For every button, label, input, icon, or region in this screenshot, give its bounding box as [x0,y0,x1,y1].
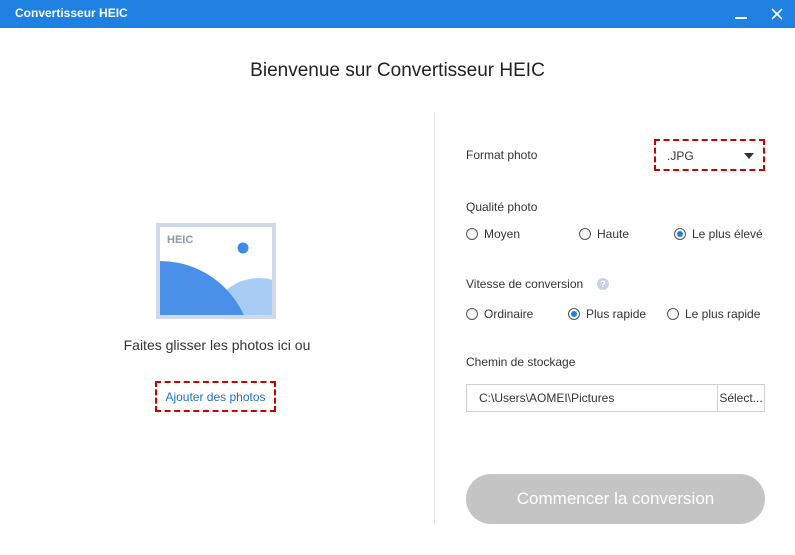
heic-badge-text: HEIC [167,234,193,246]
help-icon[interactable]: ? [597,278,609,290]
vertical-divider [434,112,435,524]
quality-option-label: Haute [597,227,630,241]
window-title: Convertisseur HEIC [15,6,128,20]
speed-option-label: Plus rapide [586,307,647,321]
speed-option-normal[interactable]: Ordinaire [466,307,533,321]
speed-label: Vitesse de conversion [466,277,584,291]
radio-selected-icon [674,228,686,240]
title-bar: Convertisseur HEIC [0,0,795,28]
close-icon [771,8,783,20]
chevron-down-icon [744,153,754,159]
radio-icon [667,308,679,320]
heic-image-icon: HEIC [156,223,276,319]
speed-option-label: Ordinaire [484,307,534,321]
minimize-button[interactable] [726,0,756,28]
storage-label: Chemin de stockage [466,355,576,369]
start-conversion-button[interactable]: Commencer la conversion [466,474,765,524]
minimize-icon [735,17,747,19]
quality-option-highest[interactable]: Le plus élevé [674,227,763,241]
speed-option-fastest[interactable]: Le plus rapide [667,307,760,321]
radio-icon [466,308,478,320]
quality-label: Qualité photo [466,200,538,214]
browse-button[interactable]: Sélect... [717,385,764,411]
storage-path-input[interactable] [467,385,717,411]
format-label: Format photo [466,148,538,162]
storage-path-field: Sélect... [466,384,765,412]
drop-instruction: Faites glisser les photos ici ou [123,337,311,353]
quality-option-label: Le plus élevé [692,227,763,241]
add-photos-button[interactable]: Ajouter des photos [155,381,276,412]
radio-selected-icon [568,308,580,320]
quality-option-high[interactable]: Haute [579,227,629,241]
format-select[interactable]: .JPG [654,139,765,171]
format-value: .JPG [667,149,694,163]
close-button[interactable] [762,0,792,28]
speed-option-label: Le plus rapide [685,307,761,321]
radio-icon [466,228,478,240]
radio-icon [579,228,591,240]
quality-option-medium[interactable]: Moyen [466,227,520,241]
page-title: Bienvenue sur Convertisseur HEIC [250,60,545,81]
speed-option-faster[interactable]: Plus rapide [568,307,646,321]
quality-option-label: Moyen [484,227,521,241]
